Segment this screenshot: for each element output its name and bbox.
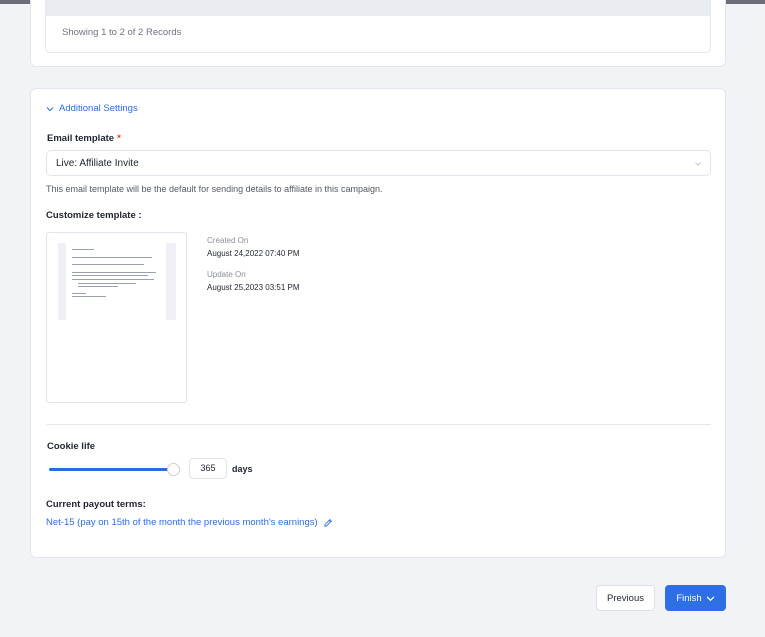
cookie-life-input[interactable]: 365	[189, 458, 227, 479]
records-summary: Showing 1 to 2 of 2 Records	[62, 27, 182, 38]
section-divider	[46, 424, 711, 425]
required-mark: *	[117, 133, 121, 144]
preview-line	[72, 293, 86, 294]
email-template-select[interactable]: Live: Affiliate Invite	[46, 150, 711, 176]
additional-settings-toggle[interactable]: Additional Settings	[46, 103, 138, 114]
template-preview-page	[66, 243, 166, 320]
cookie-life-slider-fill	[49, 468, 173, 471]
preview-line	[72, 257, 152, 258]
finish-button-label: Finish	[676, 592, 702, 604]
table-footer-bar	[46, 0, 710, 16]
preview-line	[72, 249, 94, 250]
preview-line	[72, 279, 154, 280]
created-on-label: Created On	[207, 236, 249, 245]
email-template-hint: This email template will be the default …	[46, 184, 383, 194]
payout-terms-value: Net-15 (pay on 15th of the month the pre…	[46, 517, 318, 528]
created-on-value: August 24,2022 07:40 PM	[207, 249, 300, 258]
preview-line	[72, 275, 148, 276]
additional-settings-card: Additional Settings Email template * Live…	[30, 88, 726, 558]
chevron-down-icon	[46, 106, 54, 111]
email-template-label: Email template *	[47, 133, 121, 144]
cookie-life-unit: days	[232, 464, 253, 474]
preview-line	[78, 283, 136, 284]
cookie-life-slider-handle[interactable]	[167, 463, 180, 476]
finish-button[interactable]: Finish	[665, 585, 726, 611]
payout-terms-label: Current payout terms:	[46, 499, 146, 510]
email-template-label-text: Email template	[47, 133, 115, 144]
cookie-life-slider[interactable]	[49, 463, 180, 476]
chevron-down-icon	[695, 162, 701, 166]
additional-settings-label: Additional Settings	[59, 103, 138, 114]
records-table: Showing 1 to 2 of 2 Records	[45, 0, 711, 53]
customize-template-label: Customize template :	[46, 210, 142, 221]
chevron-down-icon	[706, 596, 714, 601]
preview-line	[72, 272, 156, 273]
payout-terms-link[interactable]: Net-15 (pay on 15th of the month the pre…	[46, 517, 333, 528]
email-template-selected: Live: Affiliate Invite	[56, 158, 139, 169]
updated-on-label: Update On	[207, 270, 246, 279]
template-preview-thumbnail[interactable]	[46, 232, 187, 403]
updated-on-value: August 25,2023 03:51 PM	[207, 283, 300, 292]
preview-line	[78, 286, 118, 287]
previous-button[interactable]: Previous	[596, 585, 655, 611]
preview-line	[72, 296, 106, 297]
records-card: Showing 1 to 2 of 2 Records	[30, 0, 726, 67]
cookie-life-label: Cookie life	[47, 441, 96, 452]
preview-line	[72, 264, 144, 265]
template-preview-frame	[58, 243, 176, 320]
pencil-icon[interactable]	[323, 518, 333, 528]
